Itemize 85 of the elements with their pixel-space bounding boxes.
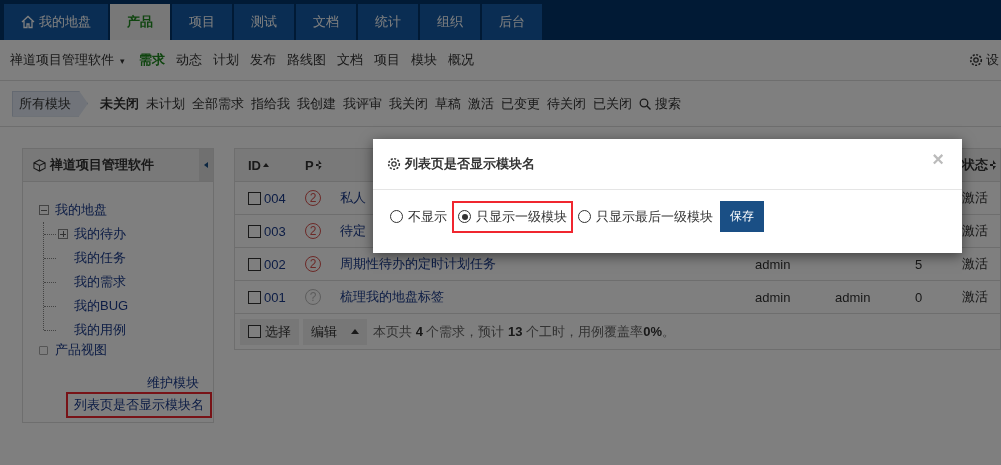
- sidebar-link[interactable]: 维护模块: [143, 372, 203, 394]
- nav-tab[interactable]: 我的地盘: [4, 4, 108, 40]
- nav-link[interactable]: 动态: [175, 51, 202, 69]
- nav-link[interactable]: 路线图: [286, 51, 326, 69]
- filter-link[interactable]: 已变更: [501, 94, 540, 113]
- filter-link[interactable]: 全部需求: [192, 94, 244, 113]
- story-title-link[interactable]: 梳理我的地盘标签: [340, 288, 755, 306]
- nav-link[interactable]: 文档: [336, 51, 363, 69]
- save-button[interactable]: 保存: [720, 201, 764, 232]
- module-breadcrumb[interactable]: 所有模块: [12, 90, 88, 117]
- nav-tab[interactable]: 项目: [172, 4, 232, 40]
- search-icon: [639, 97, 651, 110]
- settings-link[interactable]: 设: [969, 51, 999, 69]
- row-checkbox[interactable]: [248, 224, 261, 238]
- table-cell-text: 激活: [962, 222, 989, 240]
- tree-item[interactable]: 我的任务: [74, 249, 126, 267]
- tree-item[interactable]: 产品视图: [55, 341, 107, 359]
- table-cell-text: 0: [915, 289, 924, 305]
- tree-toggle-icon[interactable]: [58, 229, 68, 239]
- caret-left-icon: [204, 162, 208, 168]
- nav-link[interactable]: 需求: [138, 51, 165, 69]
- id-link[interactable]: 004: [264, 190, 286, 206]
- tree-item[interactable]: 我的待办: [74, 225, 126, 243]
- caret-icon: ▾: [120, 56, 125, 66]
- nav-tab[interactable]: 统计: [358, 4, 418, 40]
- caret-up-icon: [351, 329, 359, 334]
- row-checkbox[interactable]: [248, 290, 261, 304]
- filter-link[interactable]: 草稿: [435, 94, 461, 113]
- cube-icon: [33, 158, 46, 172]
- tree-leaf-icon: [39, 345, 48, 355]
- id-link[interactable]: 002: [264, 256, 286, 272]
- filter-link[interactable]: 指给我: [251, 94, 290, 113]
- collapse-button[interactable]: [199, 149, 213, 181]
- tree-item[interactable]: 我的用例: [74, 321, 126, 339]
- radio-option[interactable]: 只显示最后一级模块: [575, 202, 716, 231]
- table-cell-text: admin: [835, 289, 872, 305]
- tree-item[interactable]: 我的需求: [74, 273, 126, 291]
- filter-link[interactable]: 我评审: [343, 94, 382, 113]
- row-checkbox[interactable]: [248, 257, 261, 271]
- table-cell-text: 激活: [962, 189, 989, 207]
- radio-option[interactable]: 不显示: [387, 202, 450, 231]
- nav-link[interactable]: 概况: [447, 51, 474, 69]
- tree-item[interactable]: 我的BUG: [74, 297, 129, 315]
- sidebar-title: 禅道项目管理软件: [50, 156, 155, 174]
- filter-link[interactable]: 我关闭: [389, 94, 428, 113]
- edit-button[interactable]: 编辑: [303, 318, 367, 345]
- row-checkbox[interactable]: [248, 191, 261, 205]
- search-link[interactable]: 搜索: [639, 94, 681, 113]
- table-cell-text: 激活: [962, 255, 989, 273]
- filter-link[interactable]: 我创建: [297, 94, 336, 113]
- nav-tab[interactable]: 测试: [234, 4, 294, 40]
- nav-link[interactable]: 发布: [249, 51, 276, 69]
- table-cell-text: 5: [915, 256, 924, 272]
- filter-link[interactable]: 未关闭: [100, 94, 139, 113]
- filter-link[interactable]: 未计划: [146, 94, 185, 113]
- nav-link[interactable]: 项目: [373, 51, 400, 69]
- story-title-link[interactable]: 周期性待办的定时计划任务: [340, 255, 755, 273]
- filter-link[interactable]: 待关闭: [547, 94, 586, 113]
- select-all-checkbox[interactable]: 选择: [240, 318, 299, 345]
- table-cell-text: 激活: [962, 288, 989, 306]
- table-cell-text: admin: [755, 289, 792, 305]
- filter-link[interactable]: 激活: [468, 94, 494, 113]
- sidebar-link[interactable]: 列表页是否显示模块名: [68, 394, 210, 416]
- modal-title: 列表页是否显示模块名: [405, 155, 535, 173]
- settings-icon: [969, 53, 983, 67]
- nav-tab[interactable]: 后台: [482, 4, 542, 40]
- nav-link[interactable]: 计划: [212, 51, 239, 69]
- id-link[interactable]: 001: [264, 289, 286, 305]
- column-header[interactable]: P: [305, 157, 340, 173]
- tree-toggle-icon[interactable]: [39, 205, 49, 215]
- nav-link[interactable]: 模块: [410, 51, 437, 69]
- id-link[interactable]: 003: [264, 223, 286, 239]
- home-icon: [21, 15, 35, 29]
- filter-link[interactable]: 已关闭: [593, 94, 632, 113]
- summary-text: 本页共 4 个需求，预计 13 个工时，用例覆盖率0%。: [373, 322, 675, 341]
- settings-icon: [387, 157, 401, 171]
- nav-tab[interactable]: 产品: [110, 4, 170, 40]
- nav-tab[interactable]: 文档: [296, 4, 356, 40]
- column-header[interactable]: ID: [248, 157, 305, 173]
- nav-tab[interactable]: 组织: [420, 4, 480, 40]
- product-dropdown[interactable]: 禅道项目管理软件 ▾: [10, 51, 139, 69]
- radio-option[interactable]: 只显示一级模块: [454, 202, 571, 231]
- table-cell-text: admin: [755, 256, 792, 272]
- column-header[interactable]: 状态: [962, 156, 1000, 174]
- tree-item[interactable]: 我的地盘: [55, 201, 107, 219]
